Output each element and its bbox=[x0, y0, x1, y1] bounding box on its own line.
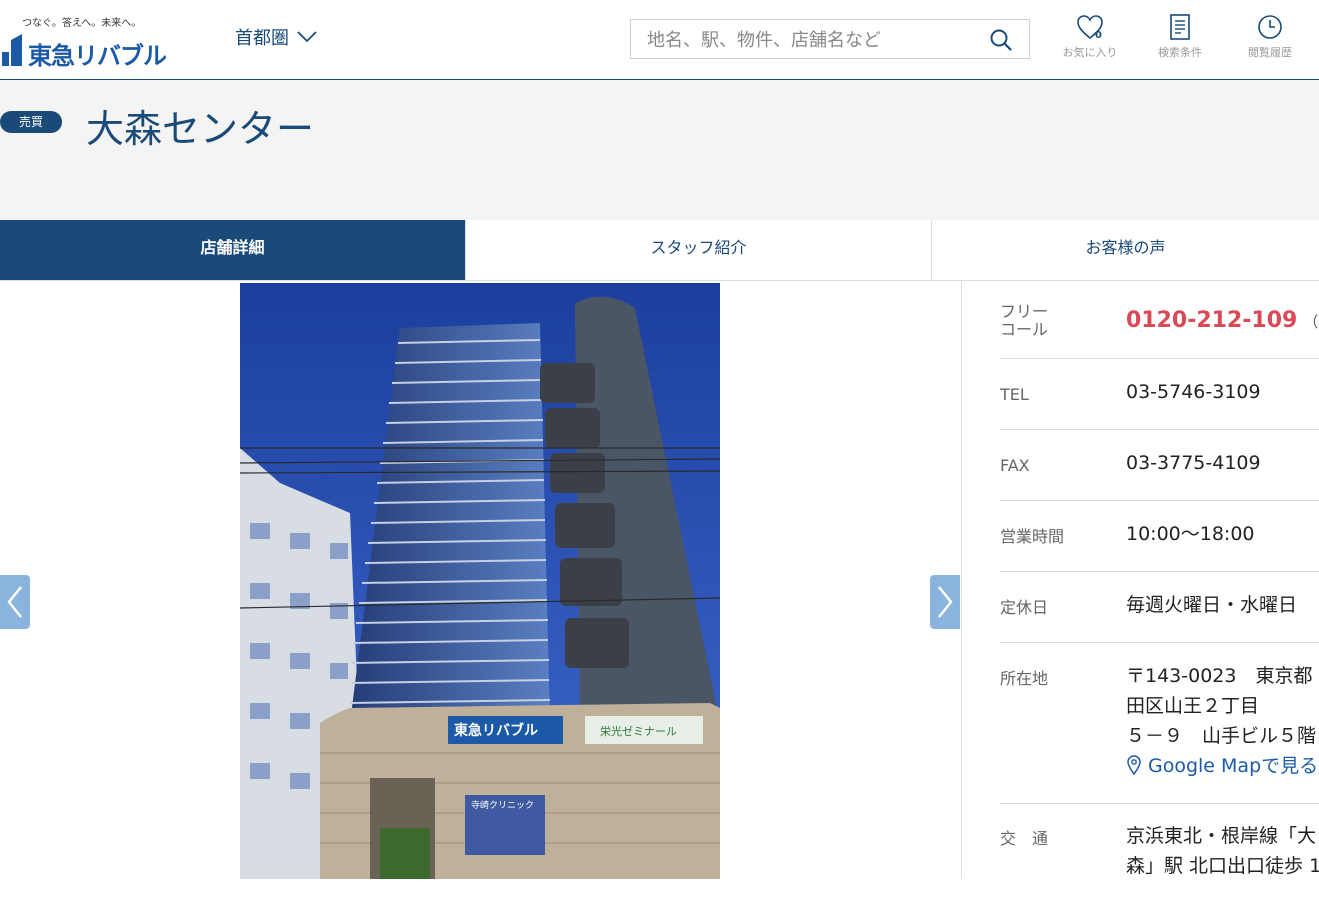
logo-tagline: つなぐ。答えへ。未来へ。 bbox=[22, 18, 142, 29]
fax-value: 03-3775-4109 bbox=[1126, 452, 1261, 474]
next-photo-button[interactable] bbox=[930, 575, 960, 629]
clock-icon bbox=[1258, 15, 1282, 39]
favorites-label: お気に入り bbox=[1062, 46, 1118, 59]
tel-value[interactable]: 03-5746-3109 bbox=[1126, 377, 1261, 407]
address-line-3: ５－９ 山手ビル５階 bbox=[1126, 725, 1317, 747]
building-image bbox=[240, 283, 720, 879]
chevron-down-icon bbox=[297, 31, 317, 43]
store-info-panel: フリー コール 0120-212-109 （無料 TEL 03-5746-3109… bbox=[961, 281, 1319, 879]
access-line-1: 京浜東北・根岸線「大 bbox=[1126, 825, 1317, 847]
address-value: 〒143-0023 東京都 田区山王２丁目 ５－９ 山手ビル５階 Google … bbox=[1126, 661, 1318, 781]
fax-label: FAX bbox=[1000, 456, 1030, 475]
tab-store-details[interactable]: 店舗詳細 bbox=[0, 220, 466, 280]
address-line-1: 〒143-0023 東京都 bbox=[1126, 665, 1313, 687]
page-title: 大森センター bbox=[86, 107, 315, 151]
favorites-count: 0 bbox=[1095, 30, 1102, 41]
hours-row: 営業時間 10:00～18:00 bbox=[1000, 501, 1319, 572]
access-row: 交 通 京浜東北・根岸線「大 森」駅 北口出口徒歩 1 bbox=[1000, 804, 1319, 914]
prev-photo-button[interactable] bbox=[0, 575, 30, 629]
google-map-link[interactable]: Google Mapで見る bbox=[1126, 751, 1318, 781]
freecall-note: （無料 bbox=[1303, 313, 1319, 331]
search-conditions-button[interactable]: 検索条件 bbox=[1140, 14, 1220, 60]
tab-staff[interactable]: スタッフ紹介 bbox=[466, 220, 932, 280]
access-line-2: 森」駅 北口出口徒歩 1 bbox=[1126, 855, 1319, 877]
photo-sign-clinic: 寺崎クリニック bbox=[471, 801, 535, 811]
chevron-left-icon bbox=[7, 586, 22, 618]
photo-sign-eiko: 栄光ゼミナール bbox=[600, 725, 677, 738]
search-conditions-label: 検索条件 bbox=[1158, 46, 1202, 59]
history-button[interactable]: 閲覧履歴 bbox=[1230, 14, 1310, 60]
chevron-right-icon bbox=[938, 586, 953, 618]
hours-value: 10:00～18:00 bbox=[1126, 523, 1255, 545]
category-badge: 売買 bbox=[0, 111, 62, 133]
freecall-value: 0120-212-109 （無料 bbox=[1126, 306, 1319, 337]
search-input[interactable] bbox=[645, 26, 979, 54]
freecall-label-line2: コール bbox=[1000, 320, 1049, 339]
history-label: 閲覧履歴 bbox=[1248, 46, 1292, 59]
access-value: 京浜東北・根岸線「大 森」駅 北口出口徒歩 1 bbox=[1126, 821, 1319, 881]
hours-label: 営業時間 bbox=[1000, 527, 1065, 546]
closed-value: 毎週火曜日・水曜日 bbox=[1126, 594, 1298, 616]
access-label: 交 通 bbox=[1000, 829, 1049, 848]
document-list-icon bbox=[1170, 14, 1190, 40]
closed-row: 定休日 毎週火曜日・水曜日 bbox=[1000, 572, 1319, 643]
freecall-label: フリー コール bbox=[1000, 303, 1048, 339]
address-label: 所在地 bbox=[1000, 669, 1049, 688]
map-pin-icon bbox=[1127, 755, 1141, 776]
address-row: 所在地 〒143-0023 東京都 田区山王２丁目 ５－９ 山手ビル５階 Goo… bbox=[1000, 643, 1319, 804]
freecall-number[interactable]: 0120-212-109 bbox=[1126, 308, 1297, 333]
title-band: 売買 大森センター bbox=[0, 80, 1319, 220]
freecall-label-line1: フリー bbox=[1000, 302, 1049, 321]
logo-mark-icon bbox=[2, 34, 22, 66]
closed-label: 定休日 bbox=[1000, 598, 1049, 617]
favorites-button[interactable]: 0 お気に入り bbox=[1050, 14, 1130, 60]
area-label: 首都圏 bbox=[235, 28, 289, 49]
site-header: つなぐ。答えへ。未来へ。 東急リバブル 首都圏 0 お気に入り bbox=[0, 0, 1319, 80]
address-line-2: 田区山王２丁目 bbox=[1126, 695, 1260, 717]
tel-label: TEL bbox=[1000, 385, 1029, 404]
tab-customer-voices[interactable]: お客様の声 bbox=[932, 220, 1319, 280]
photo-sign-livable: 東急リバブル bbox=[454, 723, 538, 739]
fax-row: FAX 03-3775-4109 bbox=[1000, 430, 1319, 501]
tel-row: TEL 03-5746-3109 bbox=[1000, 359, 1319, 430]
logo-text: 東急リバブル bbox=[28, 42, 167, 70]
area-selector[interactable]: 首都圏 bbox=[235, 24, 317, 50]
google-map-link-text: Google Mapで見る bbox=[1148, 755, 1319, 777]
search-box bbox=[630, 19, 1030, 59]
search-icon[interactable] bbox=[989, 28, 1013, 52]
store-photo: 東急リバブル 栄光ゼミナール 寺崎クリニック bbox=[240, 283, 720, 879]
site-logo[interactable]: つなぐ。答えへ。未来へ。 東急リバブル bbox=[0, 8, 170, 70]
freecall-row: フリー コール 0120-212-109 （無料 bbox=[1000, 281, 1319, 359]
tab-bar: 店舗詳細 スタッフ紹介 お客様の声 bbox=[0, 220, 1319, 281]
